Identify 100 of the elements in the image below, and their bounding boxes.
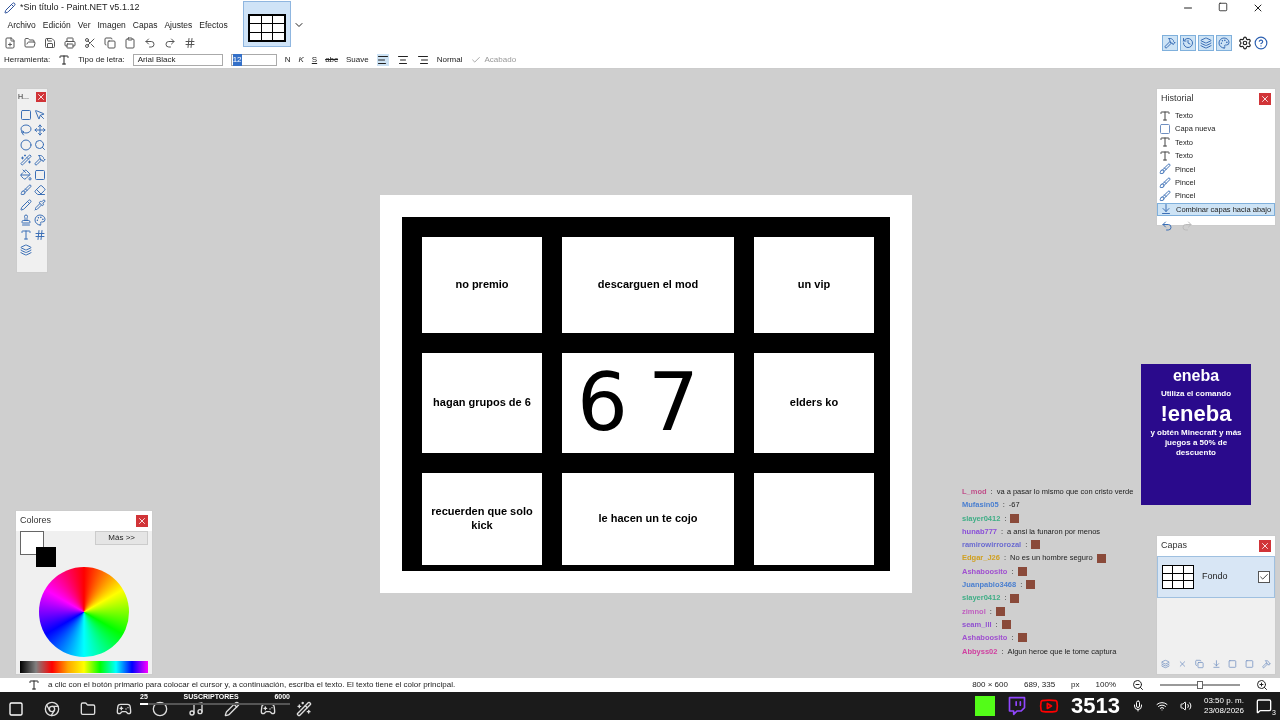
tool-icon[interactable]: [20, 229, 32, 241]
start-icon[interactable]: [8, 701, 24, 717]
image-size: 800 × 600: [972, 679, 1008, 691]
network-icon[interactable]: [1155, 700, 1168, 712]
clock-time[interactable]: 03:50 p. m.: [1203, 696, 1244, 706]
tool-icon[interactable]: [20, 184, 32, 196]
toolbar-icon[interactable]: [84, 37, 96, 49]
layer-row[interactable]: Fondo: [1157, 556, 1275, 598]
align-center-icon[interactable]: [396, 54, 409, 66]
promo-command: !eneba: [1160, 400, 1232, 428]
toolbar-icon[interactable]: [144, 37, 156, 49]
text-tool-icon: [1159, 136, 1171, 149]
undo-icon[interactable]: [1161, 220, 1173, 233]
close-button[interactable]: [36, 92, 46, 102]
zoom-slider-thumb[interactable]: [1197, 681, 1203, 689]
tool-icon[interactable]: [33, 109, 46, 121]
close-icon: [1260, 541, 1270, 551]
taskbar-app-icon[interactable]: [80, 701, 96, 717]
menu-item[interactable]: Ver: [74, 18, 94, 32]
tool-icon[interactable]: [33, 124, 46, 136]
palette-strip[interactable]: [20, 661, 148, 673]
brand-logo: eneba: [1172, 366, 1220, 386]
taskbar-app-icon[interactable]: [188, 701, 204, 717]
tool-icon[interactable]: [20, 244, 32, 256]
microphone-icon[interactable]: [1131, 700, 1144, 712]
twitch-icon: [1007, 696, 1027, 716]
tool-icon[interactable]: [33, 169, 46, 181]
toolbar-icon[interactable]: [124, 37, 136, 49]
youtube-icon: [1039, 696, 1059, 716]
toolbar-icon[interactable]: [104, 37, 116, 49]
toolbar-icon[interactable]: [164, 37, 176, 49]
cell-text: le hacen un te cojo: [598, 511, 698, 526]
cell-text: descarguen el mod: [597, 277, 699, 292]
image-thumbnail[interactable]: [243, 1, 291, 47]
tool-icon[interactable]: [33, 139, 46, 151]
layer-thumbnail: [1162, 565, 1194, 589]
taskbar-app-icon[interactable]: [152, 701, 168, 717]
color-swatches[interactable]: [20, 531, 56, 567]
menu-item[interactable]: Edición: [39, 18, 75, 32]
taskbar-app-icon[interactable]: [44, 701, 60, 717]
zoom-level[interactable]: 100%: [1095, 679, 1116, 691]
italic-button[interactable]: K: [298, 54, 304, 66]
check-icon: [470, 55, 481, 65]
volume-icon[interactable]: [1179, 700, 1192, 712]
panel-toggle-button[interactable]: [1180, 35, 1196, 51]
cell-text: recuerden que solo kick: [430, 504, 534, 533]
align-right-icon[interactable]: [416, 54, 429, 66]
image-canvas[interactable]: no premio descarguen el mod un vip hagan grupos de 6 67 elders ko recuerden que solo kick le hacen un te cojo: [380, 194, 912, 593]
taskbar-app-icon[interactable]: [296, 701, 312, 717]
toolbar-icon[interactable]: [64, 37, 76, 49]
restore-icon[interactable]: [1218, 2, 1228, 12]
tool-icon[interactable]: [20, 199, 32, 211]
toolbar-icon[interactable]: [4, 37, 16, 49]
tool-icon[interactable]: [33, 154, 46, 166]
tool-icon[interactable]: [20, 169, 32, 181]
blend-mode-dropdown[interactable]: Normal: [436, 54, 463, 66]
toolbar-icon[interactable]: [24, 37, 36, 49]
unit-selector[interactable]: px: [1071, 679, 1080, 691]
panel-toggle-button[interactable]: [1162, 35, 1178, 51]
tool-icon[interactable]: [20, 124, 32, 136]
antialias-dropdown[interactable]: Suave: [346, 54, 369, 66]
size-dropdown[interactable]: 12: [230, 54, 277, 66]
close-button[interactable]: [136, 515, 148, 527]
menu-item[interactable]: Capas: [129, 18, 161, 32]
strikethrough-button[interactable]: abc: [325, 54, 339, 66]
menu-item[interactable]: Archivo: [4, 18, 40, 32]
tool-icon[interactable]: [20, 154, 32, 166]
tool-icon[interactable]: [33, 184, 46, 196]
settings-icon[interactable]: [1238, 36, 1252, 50]
panel-toggle-button[interactable]: [1198, 35, 1214, 51]
tool-icon[interactable]: [33, 214, 46, 226]
panel-toggle-button[interactable]: [1216, 35, 1232, 51]
toolbar-icon[interactable]: [44, 37, 56, 49]
menu-item[interactable]: Ajustes: [160, 18, 196, 32]
tool-icon[interactable]: [20, 109, 32, 121]
tool-icon[interactable]: [20, 139, 32, 151]
taskbar-app-icon[interactable]: [116, 701, 132, 717]
promo-line: Utiliza el comando: [1160, 388, 1232, 400]
help-icon[interactable]: [1254, 36, 1268, 50]
menu-item[interactable]: Imagen: [94, 18, 130, 32]
toolbar-icon[interactable]: [184, 37, 196, 49]
close-button[interactable]: [1259, 93, 1271, 105]
more-button[interactable]: Más >>: [95, 531, 148, 545]
align-left-icon[interactable]: [376, 54, 389, 66]
tool-icon[interactable]: [20, 214, 32, 226]
taskbar-app-icon[interactable]: [224, 701, 240, 717]
close-button[interactable]: [1259, 540, 1271, 552]
underline-button[interactable]: S: [311, 54, 318, 66]
text-tool-icon[interactable]: [58, 54, 71, 66]
tool-icon[interactable]: [33, 229, 46, 241]
font-dropdown[interactable]: Arial Black: [132, 54, 223, 66]
close-icon[interactable]: [1252, 2, 1264, 14]
tool-icon[interactable]: [33, 199, 46, 211]
zoom-in-icon[interactable]: [1256, 679, 1268, 691]
notifications-icon[interactable]: [1256, 698, 1272, 714]
visibility-checkbox[interactable]: [1258, 571, 1270, 583]
clock-date[interactable]: 23/08/2026: [1203, 706, 1244, 716]
menu-item[interactable]: Efectos: [195, 18, 232, 32]
bold-button[interactable]: N: [284, 54, 291, 66]
zoom-out-icon[interactable]: [1132, 679, 1144, 691]
